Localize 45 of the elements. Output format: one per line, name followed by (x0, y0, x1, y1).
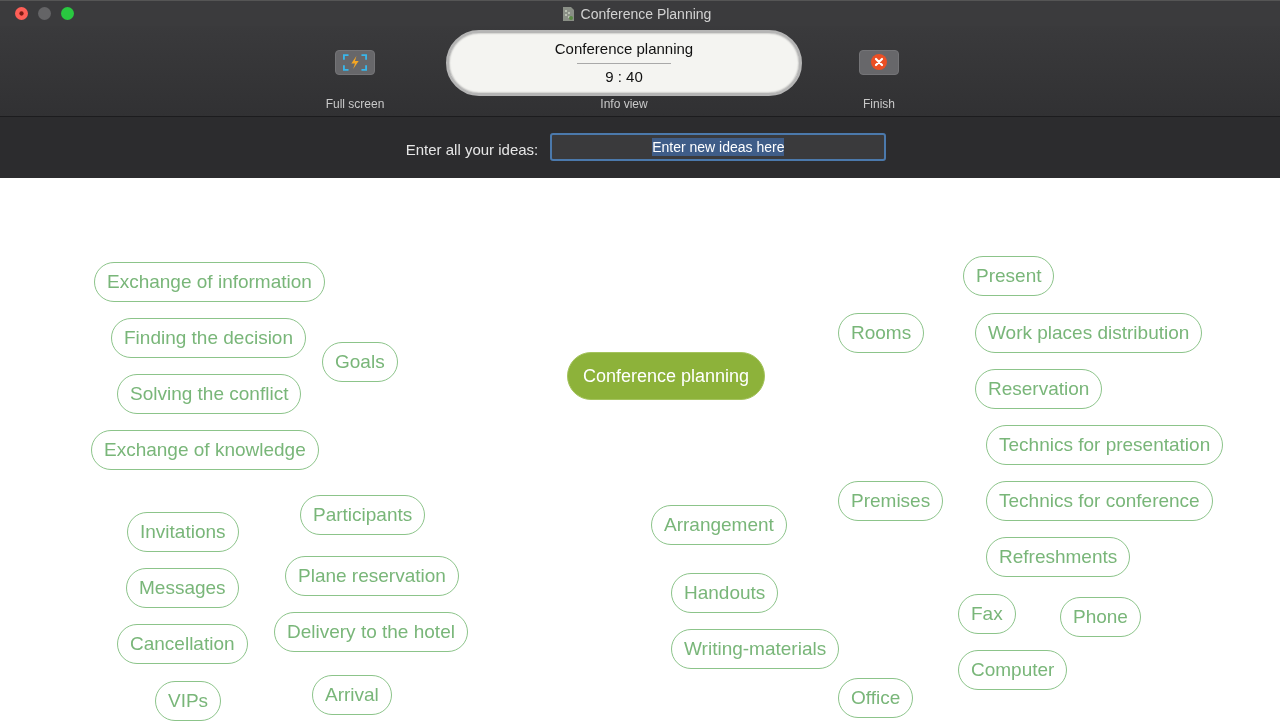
ideas-prompt-label: Enter all your ideas: (405, 141, 539, 158)
full-screen-button[interactable] (335, 49, 375, 75)
document-icon (562, 6, 574, 21)
idea-node[interactable]: Technics for presentation (986, 425, 1224, 465)
idea-node[interactable]: Technics for conference (986, 481, 1213, 521)
idea-node[interactable]: Handouts (671, 573, 779, 613)
central-topic-node[interactable]: Conference planning (567, 352, 765, 400)
idea-node[interactable]: Exchange of information (94, 262, 325, 302)
idea-input-field[interactable]: Enter new ideas here (550, 132, 887, 161)
zoom-window-icon[interactable] (61, 7, 74, 20)
idea-node[interactable]: Cancellation (117, 624, 248, 664)
idea-node[interactable]: Participants (300, 495, 426, 535)
idea-node[interactable]: Computer (958, 650, 1068, 690)
info-title: Conference planning (554, 40, 694, 57)
idea-node[interactable]: Work places distribution (975, 313, 1203, 353)
close-window-icon[interactable] (15, 7, 28, 20)
idea-node[interactable]: Writing-materials (671, 629, 840, 669)
idea-node[interactable]: Fax (958, 594, 1016, 634)
idea-node[interactable]: Refreshments (986, 537, 1131, 577)
idea-node[interactable]: Office (838, 678, 914, 718)
finish-button[interactable] (859, 49, 899, 75)
full-screen-label: Full screen (325, 97, 385, 111)
timer-text: 9 : 40 (605, 68, 643, 85)
idea-node[interactable]: Present (963, 256, 1055, 296)
idea-node[interactable]: Plane reservation (285, 556, 459, 596)
info-view-panel[interactable]: Conference planning 9 : 40 (446, 29, 802, 96)
idea-node[interactable]: Arrangement (651, 505, 787, 545)
info-view-label: Info view (600, 97, 648, 111)
idea-node[interactable]: Rooms (838, 313, 925, 353)
idea-node[interactable]: Messages (126, 568, 239, 608)
close-circle-icon (871, 54, 887, 70)
lightning-brackets-icon (343, 53, 367, 71)
idea-node[interactable]: VIPs (155, 681, 222, 721)
idea-node[interactable]: Goals (322, 342, 398, 382)
idea-node[interactable]: Arrival (312, 675, 392, 715)
finish-label: Finish (863, 97, 895, 111)
idea-node[interactable]: Phone (1060, 597, 1141, 637)
idea-node[interactable]: Finding the decision (111, 318, 306, 358)
idea-node[interactable]: Invitations (127, 512, 239, 552)
idea-node[interactable]: Exchange of knowledge (91, 430, 319, 470)
idea-node[interactable]: Reservation (975, 369, 1103, 409)
idea-node[interactable]: Solving the conflict (117, 374, 302, 414)
window-title: Conference Planning (580, 5, 712, 22)
idea-node[interactable]: Delivery to the hotel (274, 612, 468, 652)
idea-node[interactable]: Premises (838, 481, 944, 521)
